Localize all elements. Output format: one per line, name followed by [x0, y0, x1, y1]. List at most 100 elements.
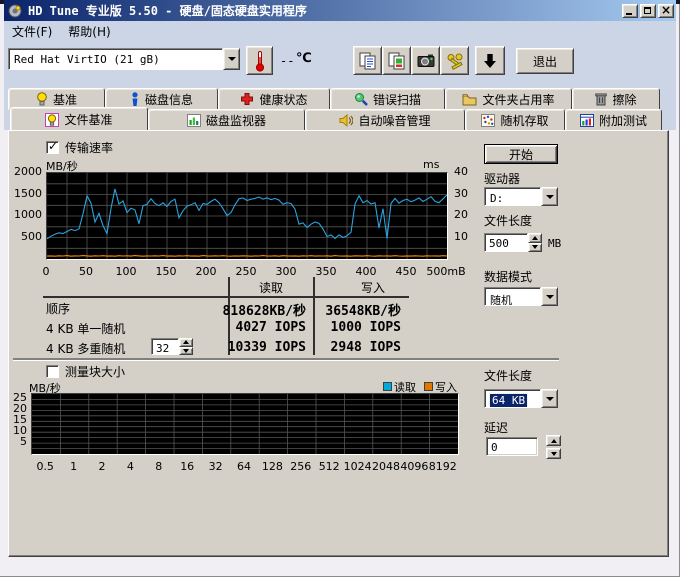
copy-image-button[interactable] [382, 46, 411, 75]
tab-file-benchmark[interactable]: 文件基准 [10, 107, 148, 132]
selected-value: 64 KB [490, 394, 527, 407]
chevron-down-icon [546, 195, 554, 199]
y-axis-right-unit: ms [423, 158, 439, 171]
tab-folder-usage[interactable]: 文件夹占用率 [445, 88, 572, 110]
title-bar: HD Tune 专业版 5.50 - 硬盘/固态硬盘实用程序 [4, 0, 676, 21]
data-mode-combo[interactable]: 随机 [484, 287, 558, 306]
exit-button-label: 退出 [533, 53, 557, 70]
file-length-label: 文件长度 [484, 212, 532, 229]
drive-select-arrow[interactable] [223, 48, 240, 70]
tab-error-scan[interactable]: 错误扫描 [330, 88, 445, 110]
legend-write-swatch [424, 382, 433, 391]
tab-label: 磁盘监视器 [206, 112, 266, 129]
menu-bar: 文件(F) 帮助(H) [4, 21, 676, 41]
tab-label: 磁盘信息 [145, 91, 193, 108]
file-benchmark-page: 传输速率 MB/秒 ms 读取 写入 顺序 818628KB/秒 36548KB… [8, 130, 669, 557]
speaker-icon [339, 114, 353, 127]
delay-value: 0 [491, 441, 498, 454]
drive-label: 驱动器 [484, 170, 520, 187]
tab-label: 附加测试 [599, 112, 647, 129]
table-divider-horizontal [43, 296, 409, 298]
menu-file[interactable]: 文件(F) [4, 21, 60, 42]
row-4k-multi-write: 2948 IOPS [281, 340, 401, 355]
temperature-value: -- [280, 54, 294, 68]
up-arrow-icon [551, 439, 557, 443]
row-sequential-label: 顺序 [46, 300, 70, 317]
transfer-rate-chart [46, 172, 448, 260]
section-separator [13, 358, 559, 361]
file-length-unit: MB [548, 237, 561, 250]
menu-help[interactable]: 帮助(H) [60, 21, 118, 42]
block-file-length-arrow[interactable] [541, 389, 558, 408]
dots-icon [481, 114, 495, 127]
file-length-down-button[interactable] [528, 243, 542, 253]
row-sequential-write: 36548KB/秒 [281, 300, 401, 319]
tab-erase[interactable]: 擦除 [572, 88, 660, 110]
magnifier-icon [354, 92, 368, 106]
block-size-chart [31, 393, 459, 455]
copy-image-icon [387, 51, 407, 71]
window-title: HD Tune 专业版 5.50 - 硬盘/固态硬盘实用程序 [28, 2, 307, 19]
queue-depth-value: 32 [151, 338, 179, 355]
delay-label: 延迟 [484, 419, 508, 436]
start-button-label: 开始 [509, 146, 533, 163]
file-length-spinner[interactable]: 500 [484, 233, 542, 252]
down-arrow-icon [532, 245, 538, 249]
chevron-down-icon [546, 397, 554, 401]
screenshot-button[interactable] [411, 46, 440, 75]
thermometer-icon [254, 50, 266, 72]
checkbox-box[interactable] [46, 141, 59, 154]
maximize-button[interactable] [640, 4, 656, 18]
tab-label: 错误扫描 [373, 91, 421, 108]
tab-extra-tests[interactable]: 附加测试 [565, 109, 662, 131]
bulb-icon [36, 92, 48, 106]
start-button[interactable]: 开始 [484, 144, 558, 164]
minimize-button[interactable] [622, 4, 638, 18]
block-file-length-label: 文件长度 [484, 367, 532, 384]
drive-combo-value: D: [484, 187, 541, 206]
copy-text-button[interactable] [353, 46, 382, 75]
transfer-rate-checkbox[interactable]: 传输速率 [46, 139, 113, 156]
delay-up-button[interactable] [546, 435, 561, 446]
file-bulb-icon [45, 113, 59, 127]
drive-combo[interactable]: D: [484, 187, 558, 206]
block-size-checkbox[interactable]: 测量块大小 [46, 363, 125, 380]
close-button[interactable] [658, 4, 674, 18]
trash-icon [595, 92, 607, 106]
block-file-length-value: 64 KB [484, 389, 541, 408]
temperature-button[interactable] [246, 46, 273, 75]
tab-label: 擦除 [612, 91, 636, 108]
file-length-value: 500 [484, 233, 528, 252]
tab-health[interactable]: 健康状态 [218, 88, 330, 110]
delay-down-button[interactable] [546, 448, 561, 459]
tab-label: 自动噪音管理 [358, 112, 430, 129]
options-button[interactable] [440, 46, 469, 75]
drive-select[interactable]: Red Hat VirtIO (21 gB) [8, 48, 240, 70]
tab-label: 基准 [53, 91, 77, 108]
tab-label: 随机存取 [500, 112, 548, 129]
block-file-length-combo[interactable]: 64 KB [484, 389, 558, 408]
tab-label: 文件基准 [64, 111, 112, 128]
data-mode-arrow[interactable] [541, 287, 558, 306]
tab-label: 健康状态 [259, 91, 307, 108]
drive-combo-arrow[interactable] [541, 187, 558, 206]
results-col-write: 写入 [333, 279, 413, 296]
tab-disk-monitor[interactable]: 磁盘监视器 [148, 109, 305, 131]
toolbar: Red Hat VirtIO (21 gB) -- ℃ [4, 41, 676, 83]
app-icon [8, 4, 22, 18]
folder-icon [462, 93, 477, 106]
exit-button[interactable]: 退出 [516, 48, 574, 74]
tab-aam[interactable]: 自动噪音管理 [305, 109, 465, 131]
save-results-button[interactable] [475, 46, 505, 75]
health-cross-icon [240, 92, 254, 106]
delay-field[interactable]: 0 [486, 437, 538, 456]
up-arrow-icon [532, 236, 538, 240]
tab-random-access[interactable]: 随机存取 [465, 109, 565, 131]
file-length-up-button[interactable] [528, 233, 542, 243]
info-icon [130, 92, 140, 106]
row-4k-single-write: 1000 IOPS [281, 320, 401, 335]
checkbox-box[interactable] [46, 365, 59, 378]
copy-text-icon [358, 51, 378, 71]
tab-label: 文件夹占用率 [482, 91, 554, 108]
down-arrow-icon [551, 452, 557, 456]
